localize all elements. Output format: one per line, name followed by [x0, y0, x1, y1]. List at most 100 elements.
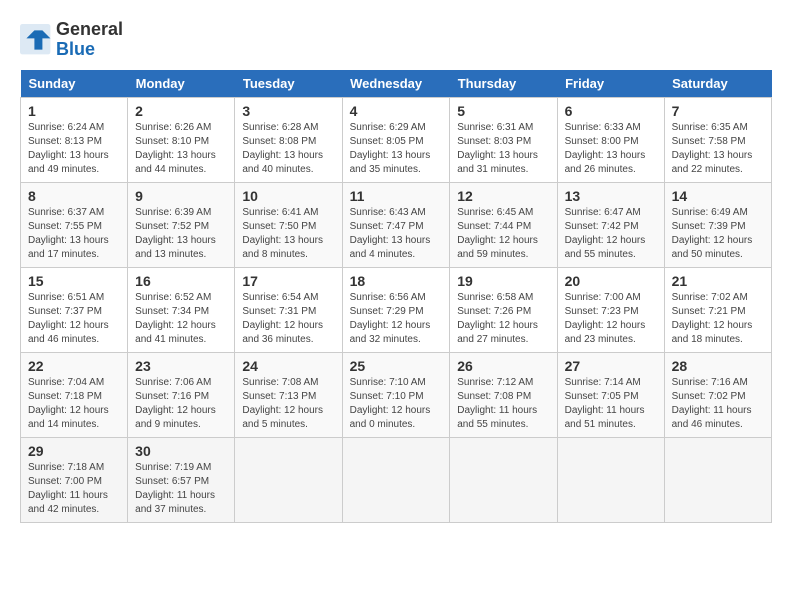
calendar-week-row: 29 Sunrise: 7:18 AMSunset: 7:00 PMDayligh…	[21, 437, 772, 522]
day-detail: Sunrise: 6:37 AMSunset: 7:55 PMDaylight:…	[28, 206, 120, 262]
calendar-day-cell: 1 Sunrise: 6:24 AMSunset: 8:13 PMDaylight…	[21, 97, 128, 182]
day-number: 12	[457, 188, 549, 204]
calendar-day-cell: 20 Sunrise: 7:00 AMSunset: 7:23 PMDayligh…	[557, 267, 664, 352]
calendar-day-cell: 9 Sunrise: 6:39 AMSunset: 7:52 PMDaylight…	[128, 182, 235, 267]
calendar-day-cell: 18 Sunrise: 6:56 AMSunset: 7:29 PMDayligh…	[342, 267, 450, 352]
empty-cell	[450, 437, 557, 522]
day-detail: Sunrise: 6:33 AMSunset: 8:00 PMDaylight:…	[565, 121, 657, 177]
general-blue-logo-icon	[20, 24, 52, 56]
day-detail: Sunrise: 6:39 AMSunset: 7:52 PMDaylight:…	[135, 206, 227, 262]
day-number: 18	[350, 273, 443, 289]
calendar-day-cell: 15 Sunrise: 6:51 AMSunset: 7:37 PMDayligh…	[21, 267, 128, 352]
day-detail: Sunrise: 6:51 AMSunset: 7:37 PMDaylight:…	[28, 291, 120, 347]
calendar-day-cell: 12 Sunrise: 6:45 AMSunset: 7:44 PMDayligh…	[450, 182, 557, 267]
day-number: 29	[28, 443, 120, 459]
weekday-header-thursday: Thursday	[450, 70, 557, 98]
calendar-day-cell: 16 Sunrise: 6:52 AMSunset: 7:34 PMDayligh…	[128, 267, 235, 352]
day-detail: Sunrise: 7:18 AMSunset: 7:00 PMDaylight:…	[28, 461, 120, 517]
calendar-day-cell: 27 Sunrise: 7:14 AMSunset: 7:05 PMDayligh…	[557, 352, 664, 437]
day-number: 5	[457, 103, 549, 119]
day-detail: Sunrise: 6:49 AMSunset: 7:39 PMDaylight:…	[672, 206, 764, 262]
day-number: 6	[565, 103, 657, 119]
calendar-day-cell: 11Sunrise: 6:43 AMSunset: 7:47 PMDayligh…	[342, 182, 450, 267]
day-detail: Sunrise: 7:14 AMSunset: 7:05 PMDaylight:…	[565, 376, 657, 432]
day-detail: Sunrise: 6:35 AMSunset: 7:58 PMDaylight:…	[672, 121, 764, 177]
calendar-day-cell: 4 Sunrise: 6:29 AMSunset: 8:05 PMDaylight…	[342, 97, 450, 182]
empty-cell	[342, 437, 450, 522]
calendar-day-cell: 17Sunrise: 6:54 AMSunset: 7:31 PMDayligh…	[235, 267, 342, 352]
day-number: 9	[135, 188, 227, 204]
day-detail: Sunrise: 6:56 AMSunset: 7:29 PMDaylight:…	[350, 291, 443, 347]
day-detail: Sunrise: 7:04 AMSunset: 7:18 PMDaylight:…	[28, 376, 120, 432]
day-number: 24	[242, 358, 334, 374]
day-detail: Sunrise: 6:31 AMSunset: 8:03 PMDaylight:…	[457, 121, 549, 177]
weekday-header-friday: Friday	[557, 70, 664, 98]
day-detail: Sunrise: 7:06 AMSunset: 7:16 PMDaylight:…	[135, 376, 227, 432]
day-detail: Sunrise: 6:28 AMSunset: 8:08 PMDaylight:…	[242, 121, 334, 177]
day-detail: Sunrise: 7:12 AMSunset: 7:08 PMDaylight:…	[457, 376, 549, 432]
calendar-day-cell: 29 Sunrise: 7:18 AMSunset: 7:00 PMDayligh…	[21, 437, 128, 522]
calendar-day-cell: 2 Sunrise: 6:26 AMSunset: 8:10 PMDaylight…	[128, 97, 235, 182]
day-number: 21	[672, 273, 764, 289]
logo-text: General Blue	[56, 20, 123, 60]
day-number: 27	[565, 358, 657, 374]
day-number: 17	[242, 273, 334, 289]
day-detail: Sunrise: 6:24 AMSunset: 8:13 PMDaylight:…	[28, 121, 120, 177]
day-number: 3	[242, 103, 334, 119]
day-detail: Sunrise: 7:19 AMSunset: 6:57 PMDaylight:…	[135, 461, 227, 517]
calendar-day-cell: 10Sunrise: 6:41 AMSunset: 7:50 PMDayligh…	[235, 182, 342, 267]
day-detail: Sunrise: 6:52 AMSunset: 7:34 PMDaylight:…	[135, 291, 227, 347]
day-detail: Sunrise: 6:26 AMSunset: 8:10 PMDaylight:…	[135, 121, 227, 177]
weekday-header-monday: Monday	[128, 70, 235, 98]
calendar-day-cell: 13 Sunrise: 6:47 AMSunset: 7:42 PMDayligh…	[557, 182, 664, 267]
day-number: 26	[457, 358, 549, 374]
weekday-header-saturday: Saturday	[664, 70, 771, 98]
day-detail: Sunrise: 7:16 AMSunset: 7:02 PMDaylight:…	[672, 376, 764, 432]
calendar-day-cell: 5 Sunrise: 6:31 AMSunset: 8:03 PMDaylight…	[450, 97, 557, 182]
day-detail: Sunrise: 7:02 AMSunset: 7:21 PMDaylight:…	[672, 291, 764, 347]
day-number: 30	[135, 443, 227, 459]
calendar-week-row: 15 Sunrise: 6:51 AMSunset: 7:37 PMDayligh…	[21, 267, 772, 352]
calendar-day-cell: 24Sunrise: 7:08 AMSunset: 7:13 PMDayligh…	[235, 352, 342, 437]
calendar-day-cell: 14 Sunrise: 6:49 AMSunset: 7:39 PMDayligh…	[664, 182, 771, 267]
day-number: 20	[565, 273, 657, 289]
calendar-day-cell: 28Sunrise: 7:16 AMSunset: 7:02 PMDayligh…	[664, 352, 771, 437]
calendar-day-cell: 3 Sunrise: 6:28 AMSunset: 8:08 PMDaylight…	[235, 97, 342, 182]
day-detail: Sunrise: 6:47 AMSunset: 7:42 PMDaylight:…	[565, 206, 657, 262]
calendar-day-cell: 22 Sunrise: 7:04 AMSunset: 7:18 PMDayligh…	[21, 352, 128, 437]
calendar-week-row: 1 Sunrise: 6:24 AMSunset: 8:13 PMDaylight…	[21, 97, 772, 182]
day-number: 25	[350, 358, 443, 374]
empty-cell	[557, 437, 664, 522]
day-number: 4	[350, 103, 443, 119]
calendar-day-cell: 19 Sunrise: 6:58 AMSunset: 7:26 PMDayligh…	[450, 267, 557, 352]
empty-cell	[664, 437, 771, 522]
calendar-day-cell: 7 Sunrise: 6:35 AMSunset: 7:58 PMDaylight…	[664, 97, 771, 182]
calendar-day-cell: 6 Sunrise: 6:33 AMSunset: 8:00 PMDaylight…	[557, 97, 664, 182]
calendar-table: SundayMondayTuesdayWednesdayThursdayFrid…	[20, 70, 772, 523]
calendar-day-cell: 30 Sunrise: 7:19 AMSunset: 6:57 PMDayligh…	[128, 437, 235, 522]
day-number: 1	[28, 103, 120, 119]
calendar-week-row: 22 Sunrise: 7:04 AMSunset: 7:18 PMDayligh…	[21, 352, 772, 437]
day-detail: Sunrise: 6:45 AMSunset: 7:44 PMDaylight:…	[457, 206, 549, 262]
empty-cell	[235, 437, 342, 522]
day-number: 15	[28, 273, 120, 289]
day-number: 13	[565, 188, 657, 204]
day-number: 19	[457, 273, 549, 289]
weekday-header-wednesday: Wednesday	[342, 70, 450, 98]
day-number: 16	[135, 273, 227, 289]
day-number: 14	[672, 188, 764, 204]
day-detail: Sunrise: 6:43 AMSunset: 7:47 PMDaylight:…	[350, 206, 443, 262]
calendar-day-cell: 23Sunrise: 7:06 AMSunset: 7:16 PMDayligh…	[128, 352, 235, 437]
day-number: 7	[672, 103, 764, 119]
logo: General Blue	[20, 20, 123, 60]
calendar-week-row: 8Sunrise: 6:37 AMSunset: 7:55 PMDaylight…	[21, 182, 772, 267]
calendar-day-cell: 26 Sunrise: 7:12 AMSunset: 7:08 PMDayligh…	[450, 352, 557, 437]
day-detail: Sunrise: 7:00 AMSunset: 7:23 PMDaylight:…	[565, 291, 657, 347]
day-number: 22	[28, 358, 120, 374]
day-detail: Sunrise: 6:58 AMSunset: 7:26 PMDaylight:…	[457, 291, 549, 347]
weekday-header-tuesday: Tuesday	[235, 70, 342, 98]
day-detail: Sunrise: 6:29 AMSunset: 8:05 PMDaylight:…	[350, 121, 443, 177]
header: General Blue	[20, 20, 772, 60]
day-number: 2	[135, 103, 227, 119]
day-number: 10	[242, 188, 334, 204]
